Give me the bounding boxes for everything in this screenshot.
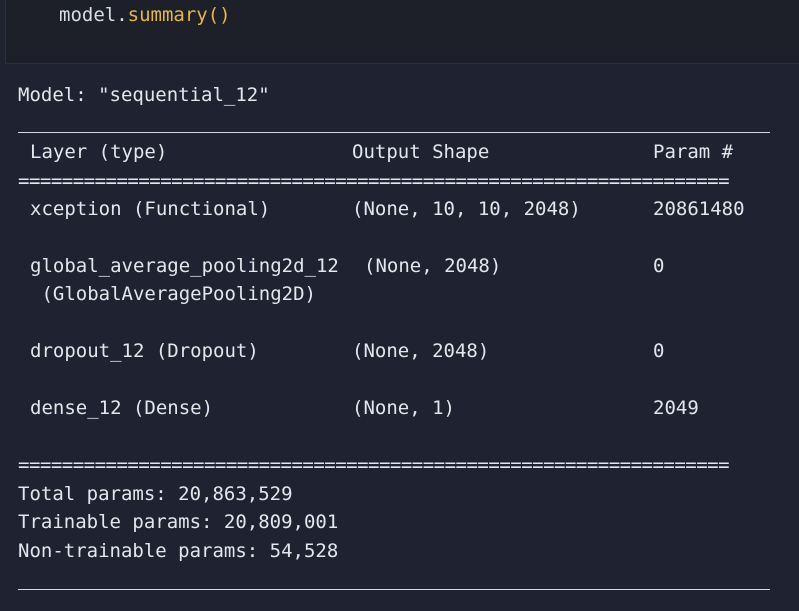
header-output-shape: Output Shape — [352, 141, 490, 163]
row-params: 0 — [653, 340, 665, 362]
row-shape: (None, 2048) — [352, 340, 490, 362]
row-layer: xception (Functional) — [30, 198, 271, 220]
code-dot: . — [116, 4, 128, 26]
row-layer-cont: (GlobalAveragePooling2D) — [30, 283, 316, 305]
total-params: Total params: 20,863,529 — [18, 483, 293, 505]
row-layer: global_average_pooling2d_12 — [30, 255, 339, 277]
code-method: summary — [127, 4, 208, 26]
row-shape: (None, 10, 10, 2048) — [352, 198, 581, 220]
trainable-params: Trainable params: 20,809,001 — [18, 511, 339, 533]
header-param: Param # — [653, 141, 734, 163]
non-trainable-params: Non-trainable params: 54,528 — [18, 540, 339, 562]
row-layer: dense_12 (Dense) — [30, 397, 214, 419]
footer-separator: ========================================… — [18, 458, 730, 472]
row-shape: (None, 1) — [352, 397, 455, 419]
row-shape: (None, 2048) — [364, 255, 502, 277]
cell-output: Model: "sequential_12" Layer (type) Outp… — [0, 64, 799, 611]
header-layer: Layer (type) — [30, 141, 168, 163]
code-object: model — [59, 4, 117, 26]
code-parens: () — [207, 4, 231, 26]
code-cell[interactable]: model.summary() — [5, 0, 799, 64]
header-separator: ========================================… — [18, 174, 730, 188]
row-params: 2049 — [653, 397, 699, 419]
top-rule — [18, 132, 770, 133]
row-params: 0 — [653, 255, 665, 277]
model-title: Model: "sequential_12" — [18, 84, 270, 106]
row-layer: dropout_12 (Dropout) — [30, 340, 259, 362]
row-params: 20861480 — [653, 198, 745, 220]
bottom-rule — [18, 589, 770, 590]
code-line: model.summary() — [59, 2, 231, 28]
